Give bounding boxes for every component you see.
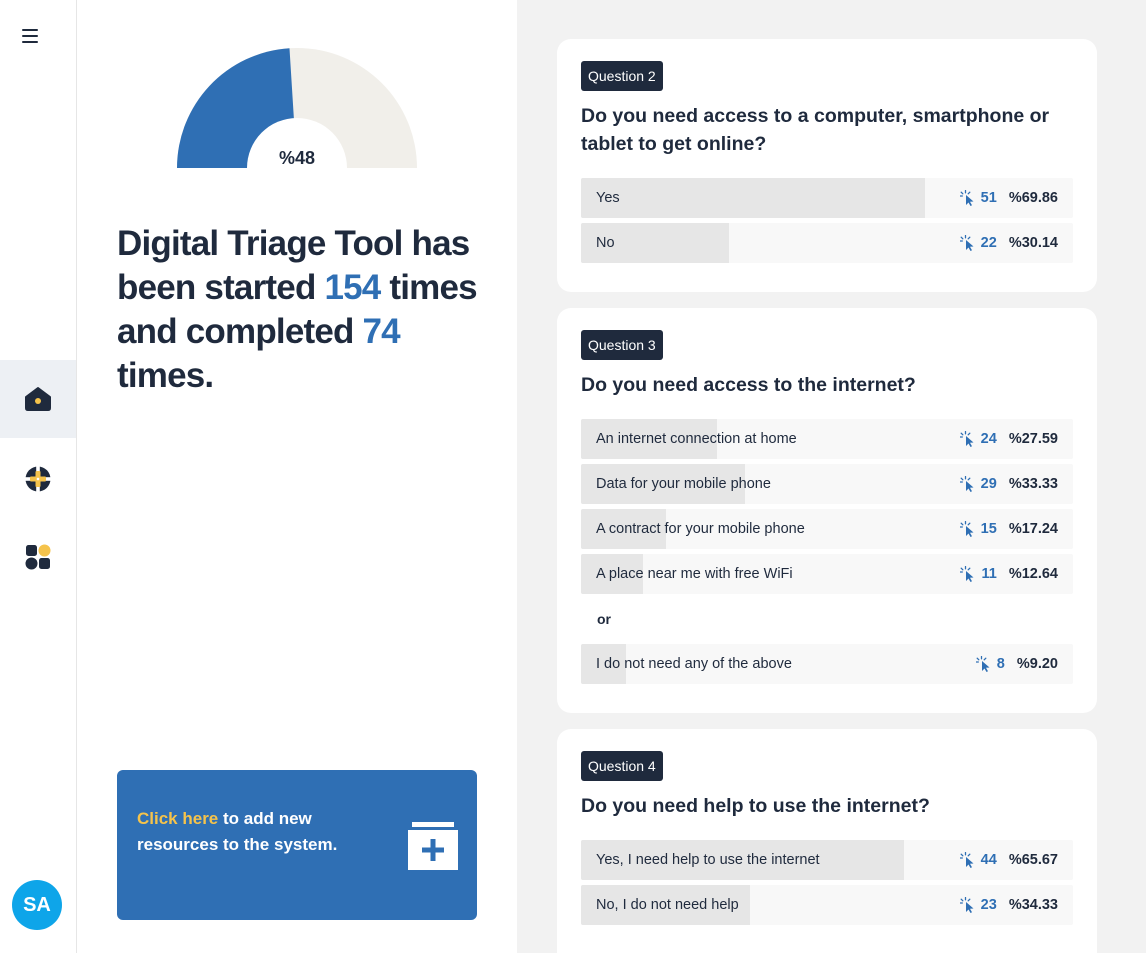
question-badge: Question 2	[581, 61, 663, 91]
click-here-link[interactable]: Click here	[137, 809, 218, 828]
add-resources-text: Click here to add new resources to the s…	[137, 806, 347, 858]
answer-count: 29	[980, 476, 997, 492]
hamburger-menu-icon[interactable]	[19, 24, 43, 48]
answer-option[interactable]: An internet connection at home 24 %27.59	[581, 419, 1073, 459]
answer-option[interactable]: Yes 51 %69.86	[581, 178, 1073, 218]
sidebar: SA	[0, 0, 77, 953]
answer-label: I do not need any of the above	[596, 656, 792, 672]
add-resources-card[interactable]: Click here to add new resources to the s…	[117, 770, 477, 920]
answer-count: 22	[980, 235, 997, 251]
question-title: Do you need help to use the internet?	[581, 795, 930, 817]
cursor-click-icon	[960, 566, 974, 582]
question-card: Question 4 Do you need help to use the i…	[557, 729, 1097, 953]
cursor-click-icon	[959, 852, 974, 868]
question-card: Question 3 Do you need access to the int…	[557, 308, 1097, 713]
answer-label: Yes	[596, 190, 620, 206]
answer-stats: 51 %69.86	[959, 178, 1058, 218]
answer-percent: %12.64	[1008, 566, 1058, 582]
answer-percent: %17.24	[1008, 521, 1058, 537]
usage-headline: Digital Triage Tool has been started 154…	[117, 222, 497, 398]
answer-option[interactable]: No 22 %30.14	[581, 223, 1073, 263]
add-resource-icon[interactable]	[408, 821, 458, 871]
answer-label: A contract for your mobile phone	[596, 521, 805, 537]
answer-option[interactable]: No, I do not need help 23 %34.33	[581, 885, 1073, 925]
cursor-click-icon	[959, 521, 974, 537]
answer-stats: 44 %65.67	[959, 840, 1058, 880]
started-count: 154	[324, 268, 381, 307]
nav-widgets[interactable]	[0, 518, 76, 596]
answer-count: 8	[996, 656, 1005, 672]
answer-percent: %65.67	[1008, 852, 1058, 868]
grid-plus-icon	[25, 466, 51, 492]
answer-label: A place near me with free WiFi	[596, 566, 793, 582]
answer-bar	[581, 178, 925, 218]
answer-percent: %33.33	[1008, 476, 1058, 492]
answer-stats: 24 %27.59	[959, 419, 1058, 459]
nav-categories[interactable]	[0, 440, 76, 518]
answer-count: 15	[980, 521, 997, 537]
question-card: Question 2 Do you need access to a compu…	[557, 39, 1097, 292]
question-title: Do you need access to the internet?	[581, 374, 916, 396]
answer-percent: %30.14	[1008, 235, 1058, 251]
nav-home[interactable]	[0, 360, 76, 438]
answer-label: No, I do not need help	[596, 897, 739, 913]
answer-percent: %69.86	[1008, 190, 1058, 206]
answer-option[interactable]: A place near me with free WiFi 11 %12.64	[581, 554, 1073, 594]
user-avatar[interactable]: SA	[12, 880, 62, 930]
question-badge: Question 3	[581, 330, 663, 360]
cursor-click-icon	[959, 897, 974, 913]
answer-stats: 23 %34.33	[959, 885, 1058, 925]
cursor-click-icon	[959, 190, 974, 206]
cursor-click-icon	[975, 656, 990, 672]
answer-option[interactable]: Yes, I need help to use the internet 44 …	[581, 840, 1073, 880]
answer-count: 24	[980, 431, 997, 447]
or-separator: or	[597, 611, 611, 627]
dashboard: SA %48 Digital Triage Tool has been star…	[0, 0, 1146, 953]
answer-stats: 8 %9.20	[975, 644, 1058, 684]
answer-stats: 29 %33.33	[959, 464, 1058, 504]
question-title: Do you need access to a computer, smartp…	[581, 105, 1050, 155]
headline-text: times.	[117, 356, 214, 395]
answer-count: 44	[980, 852, 997, 868]
answer-label: Yes, I need help to use the internet	[596, 852, 820, 868]
cursor-click-icon	[959, 235, 974, 251]
home-icon	[25, 387, 51, 411]
answer-count: 51	[980, 190, 997, 206]
answer-label: No	[596, 235, 615, 251]
cursor-click-icon	[959, 431, 974, 447]
answer-option[interactable]: I do not need any of the above 8 %9.20	[581, 644, 1073, 684]
answer-percent: %9.20	[1016, 656, 1058, 672]
answer-percent: %27.59	[1008, 431, 1058, 447]
answer-label: Data for your mobile phone	[596, 476, 771, 492]
questions-panel[interactable]: Question 2 Do you need access to a compu…	[517, 0, 1146, 953]
answer-option[interactable]: A contract for your mobile phone 15 %17.…	[581, 509, 1073, 549]
answer-percent: %34.33	[1008, 897, 1058, 913]
answer-count: 11	[981, 566, 997, 582]
answer-stats: 11 %12.64	[960, 554, 1058, 594]
widgets-icon	[25, 544, 51, 570]
cursor-click-icon	[959, 476, 974, 492]
question-badge: Question 4	[581, 751, 663, 781]
answer-stats: 22 %30.14	[959, 223, 1058, 263]
completed-count: 74	[362, 312, 401, 351]
answer-count: 23	[980, 897, 997, 913]
answer-stats: 15 %17.24	[959, 509, 1058, 549]
completion-percent: %48	[278, 148, 316, 168]
answer-label: An internet connection at home	[596, 431, 797, 447]
answer-option[interactable]: Data for your mobile phone 29 %33.33	[581, 464, 1073, 504]
summary-panel: %48 Digital Triage Tool has been started…	[77, 0, 517, 953]
